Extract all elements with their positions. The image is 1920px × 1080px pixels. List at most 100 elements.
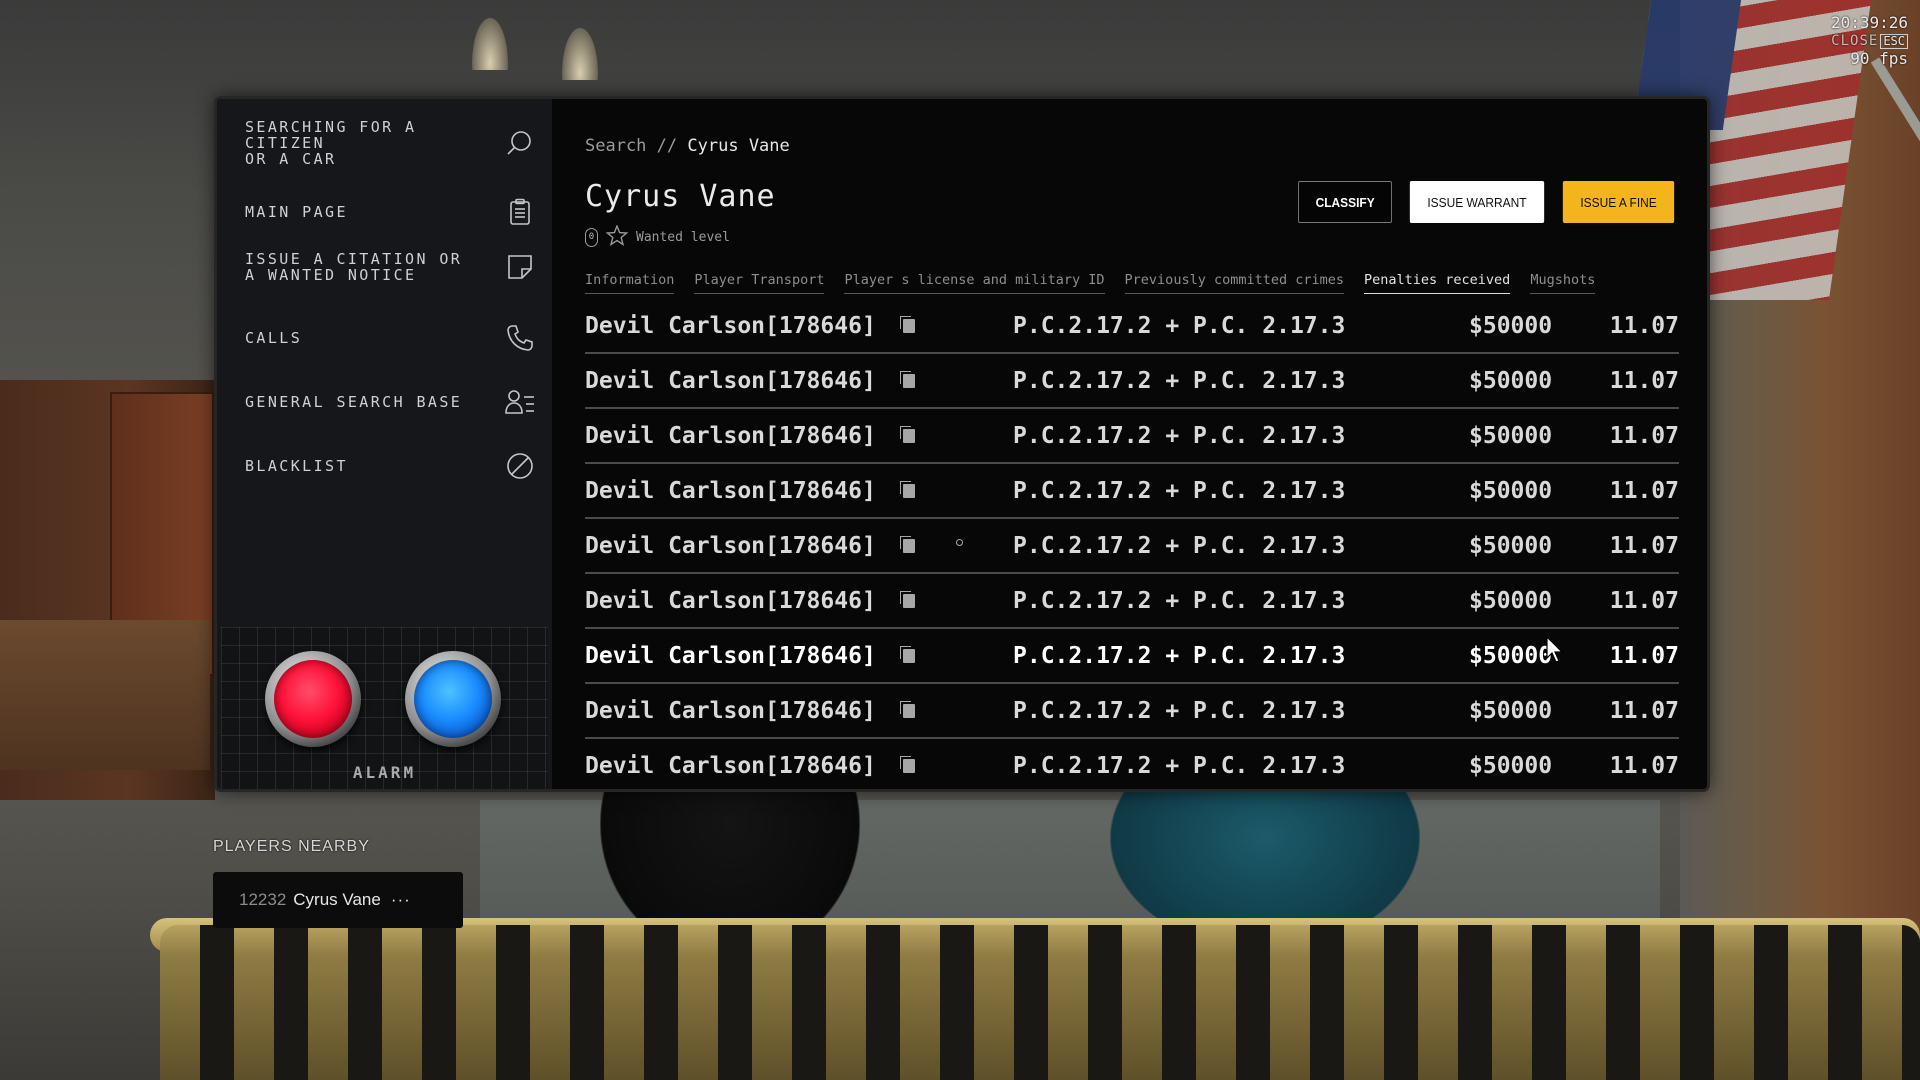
table-row: Devil Carlson[178646] P.C.2.17.2 + P.C. …: [585, 299, 1679, 354]
player-id: 12232: [239, 890, 287, 909]
issue-fine-button[interactable]: ISSUE A FINE: [1562, 181, 1675, 223]
nearby-player-card[interactable]: 12232 Cyrus Vane ···: [213, 872, 463, 928]
penalties-list: Devil Carlson[178646] P.C.2.17.2 + P.C. …: [585, 299, 1679, 789]
sidebar-item-search[interactable]: SEARCHING FOR A CITIZEN OR A CAR: [245, 119, 535, 167]
table-row: Devil Carlson[178646] P.C.2.17.2 + P.C. …: [585, 519, 1679, 574]
note-icon: [505, 252, 535, 282]
officer-name: Devil Carlson[178646]: [585, 588, 876, 614]
hud-overlay: 20:39:26 CLOSE ESC 90 fps: [1831, 14, 1908, 67]
officer-name: Devil Carlson[178646]: [585, 313, 876, 339]
tab-penalties-received[interactable]: Penalties received: [1364, 272, 1511, 294]
phone-icon: [505, 323, 535, 353]
copy-icon[interactable]: [900, 536, 915, 553]
sidebar-item-general-search[interactable]: GENERAL SEARCH BASE: [245, 387, 535, 417]
penalty-date: 11.07: [1609, 588, 1679, 614]
penalty-date: 11.07: [1609, 423, 1679, 449]
law-article: P.C.2.17.2 + P.C. 2.17.3: [1013, 368, 1346, 394]
fine-amount: $50000: [1469, 423, 1553, 449]
classify-button[interactable]: CLASSIFY: [1297, 181, 1392, 223]
penalty-date: 11.07: [1609, 478, 1679, 504]
search-icon: [505, 128, 535, 158]
copy-icon[interactable]: [900, 701, 915, 718]
wanted-count-badge: 0: [585, 228, 598, 247]
ceiling-lamp: [555, 10, 605, 80]
fine-amount: $50000: [1469, 478, 1553, 504]
player-name: Cyrus Vane: [293, 890, 381, 909]
mouse-cursor-icon: [1546, 635, 1566, 668]
page-title: Cyrus Vane: [585, 179, 776, 214]
alarm-panel: ALARM: [221, 627, 548, 789]
clipboard-icon: [505, 197, 535, 227]
sidebar: SEARCHING FOR A CITIZEN OR A CAR MAIN PA…: [217, 99, 552, 789]
law-article: P.C.2.17.2 + P.C. 2.17.3: [1013, 478, 1346, 504]
sidebar-item-label: SEARCHING FOR A CITIZEN OR A CAR: [245, 118, 417, 168]
table-row: Devil Carlson[178646] P.C.2.17.2 + P.C. …: [585, 574, 1679, 629]
user-list-icon: [505, 387, 535, 417]
table-row-hovered: Devil Carlson[178646] P.C.2.17.2 + P.C. …: [585, 629, 1679, 684]
copy-icon[interactable]: [900, 316, 915, 333]
fine-amount: $50000: [1469, 753, 1553, 779]
alarm-blue-button[interactable]: [405, 651, 501, 747]
tab-previous-crimes[interactable]: Previously committed crimes: [1124, 272, 1344, 294]
officer-name: Devil Carlson[178646]: [585, 698, 876, 724]
sidebar-item-citation[interactable]: ISSUE A CITATION OR A WANTED NOTICE: [245, 251, 535, 283]
penalty-date: 11.07: [1609, 698, 1679, 724]
copy-icon[interactable]: [900, 591, 915, 608]
issue-warrant-button[interactable]: ISSUE WARRANT: [1409, 181, 1545, 223]
copy-icon[interactable]: [900, 371, 915, 388]
law-article: P.C.2.17.2 + P.C. 2.17.3: [1013, 423, 1346, 449]
copy-icon[interactable]: [900, 481, 915, 498]
tab-information[interactable]: Information: [585, 272, 675, 294]
table-row: Devil Carlson[178646] P.C.2.17.2 + P.C. …: [585, 409, 1679, 464]
action-buttons: CLASSIFY ISSUE WARRANT ISSUE A FINE: [1294, 181, 1679, 223]
tab-bar: Information Player Transport Player s li…: [585, 272, 1596, 294]
alarm-red-button[interactable]: [265, 651, 361, 747]
players-nearby-title: PLAYERS NEARBY: [213, 838, 370, 855]
sidebar-item-label: CALLS: [245, 329, 303, 347]
breadcrumb-separator: //: [656, 136, 678, 156]
fps-counter: 90 fps: [1850, 49, 1908, 68]
fine-amount: $50000: [1469, 643, 1553, 669]
copy-icon[interactable]: [900, 756, 915, 773]
red-light-icon: [274, 660, 352, 738]
law-article: P.C.2.17.2 + P.C. 2.17.3: [1013, 313, 1346, 339]
courtroom-benches: [160, 925, 1920, 1080]
wanted-level: 0 Wanted level: [585, 224, 730, 250]
courtroom-bench-left: [0, 620, 210, 770]
table-row: Devil Carlson[178646] P.C.2.17.2 + P.C. …: [585, 739, 1679, 789]
table-row: Devil Carlson[178646] P.C.2.17.2 + P.C. …: [585, 354, 1679, 409]
alarm-label: ALARM: [352, 763, 417, 782]
fine-amount: $50000: [1469, 533, 1553, 559]
more-options-icon[interactable]: ···: [391, 890, 411, 910]
law-article: P.C.2.17.2 + P.C. 2.17.3: [1013, 643, 1346, 669]
law-article: P.C.2.17.2 + P.C. 2.17.3: [1013, 753, 1346, 779]
sidebar-item-main-page[interactable]: MAIN PAGE: [245, 197, 535, 227]
officer-name: Devil Carlson[178646]: [585, 423, 876, 449]
breadcrumb-root[interactable]: Search: [585, 136, 646, 156]
close-hint[interactable]: CLOSE ESC: [1831, 31, 1908, 50]
close-label: CLOSE: [1831, 33, 1879, 49]
sidebar-item-blacklist[interactable]: BLACKLIST: [245, 451, 535, 481]
officer-name: Devil Carlson[178646]: [585, 533, 876, 559]
tab-mugshots[interactable]: Mugshots: [1530, 272, 1596, 294]
ceiling-lamp: [465, 0, 515, 70]
law-article: P.C.2.17.2 + P.C. 2.17.3: [1013, 588, 1346, 614]
blue-light-icon: [414, 660, 492, 738]
fine-amount: $50000: [1469, 313, 1553, 339]
esc-key-badge: ESC: [1880, 34, 1908, 49]
tab-license-military-id[interactable]: Player s license and military ID: [844, 272, 1105, 294]
sidebar-item-label: BLACKLIST: [245, 457, 348, 475]
law-article: P.C.2.17.2 + P.C. 2.17.3: [1013, 533, 1346, 559]
copy-icon[interactable]: [900, 646, 915, 663]
sidebar-item-label: MAIN PAGE: [245, 203, 348, 221]
police-tablet: SEARCHING FOR A CITIZEN OR A CAR MAIN PA…: [214, 96, 1710, 792]
tab-player-transport[interactable]: Player Transport: [694, 272, 825, 294]
sidebar-item-label: GENERAL SEARCH BASE: [245, 393, 463, 411]
sidebar-item-label: ISSUE A CITATION OR A WANTED NOTICE: [245, 250, 463, 284]
sidebar-item-calls[interactable]: CALLS: [245, 323, 535, 353]
officer-name: Devil Carlson[178646]: [585, 478, 876, 504]
ban-icon: [505, 451, 535, 481]
copy-icon[interactable]: [900, 426, 915, 443]
penalty-date: 11.07: [1609, 753, 1679, 779]
penalty-date: 11.07: [1609, 643, 1679, 669]
